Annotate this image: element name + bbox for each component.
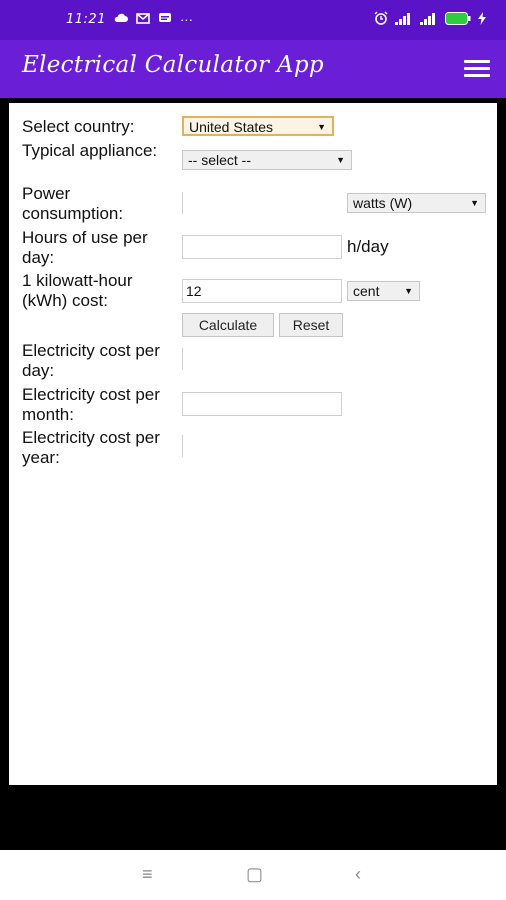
kwh-cost-unit-value: cent xyxy=(353,283,380,299)
back-icon[interactable]: ‹ xyxy=(355,864,361,885)
calculator-form: Select country: United States ▼ Typical … xyxy=(9,103,497,785)
hours-input[interactable] xyxy=(182,235,342,259)
battery-icon xyxy=(445,11,471,30)
dropdown-arrow-icon: ▼ xyxy=(404,286,413,296)
app-title: Electrical Calculator App xyxy=(22,52,324,78)
recent-apps-icon[interactable]: ≡ xyxy=(142,864,153,885)
country-select-value: United States xyxy=(189,119,274,135)
cost-year-label: Electricity cost per year: xyxy=(22,428,160,467)
cost-month-label: Electricity cost per month: xyxy=(22,385,160,424)
status-left: 11:21 ··· xyxy=(66,12,193,27)
status-bar: 11:21 ··· xyxy=(0,0,506,40)
hamburger-menu-button[interactable] xyxy=(464,58,490,80)
alarm-icon xyxy=(374,11,388,30)
status-right xyxy=(374,11,486,30)
hours-label: Hours of use per day: xyxy=(22,228,148,267)
signal-icon-2 xyxy=(420,12,438,30)
reset-button[interactable]: Reset xyxy=(279,313,343,337)
hamburger-line xyxy=(464,74,490,77)
country-select[interactable]: United States ▼ xyxy=(182,116,334,136)
appliance-select[interactable]: -- select -- ▼ xyxy=(182,150,352,170)
dropdown-arrow-icon: ▼ xyxy=(336,155,345,165)
charging-icon xyxy=(478,11,486,30)
message-icon xyxy=(158,12,172,27)
app-bar: Electrical Calculator App xyxy=(0,40,506,98)
appliance-select-value: -- select -- xyxy=(188,152,251,168)
cost-year-output xyxy=(182,435,342,457)
signal-icon-1 xyxy=(395,12,413,30)
more-notifications-icon: ··· xyxy=(179,12,193,27)
power-input[interactable] xyxy=(182,192,342,214)
kwh-cost-label: 1 kilowatt-hour (kWh) cost: xyxy=(22,271,133,310)
cost-day-label: Electricity cost per day: xyxy=(22,341,160,380)
calculate-button[interactable]: Calculate xyxy=(182,313,274,337)
mail-icon xyxy=(136,12,150,27)
appliance-label: Typical appliance: xyxy=(22,141,158,160)
dropdown-arrow-icon: ▼ xyxy=(317,122,326,132)
cost-day-output xyxy=(182,348,342,370)
power-unit-select[interactable]: watts (W) ▼ xyxy=(347,193,486,213)
hamburger-line xyxy=(464,67,490,70)
home-icon[interactable]: ▢ xyxy=(246,864,263,885)
kwh-cost-unit-select[interactable]: cent ▼ xyxy=(347,281,420,301)
status-time: 11:21 xyxy=(66,12,106,27)
country-label: Select country: xyxy=(22,117,135,136)
dropdown-arrow-icon: ▼ xyxy=(470,198,479,208)
hours-suffix: h/day xyxy=(347,237,389,256)
hamburger-line xyxy=(464,60,490,63)
cloud-icon xyxy=(114,12,128,27)
cost-month-output xyxy=(182,392,342,416)
power-label: Power consumption: xyxy=(22,184,124,223)
power-unit-value: watts (W) xyxy=(353,195,413,211)
navigation-bar: ≡ ▢ ‹ xyxy=(0,850,506,900)
kwh-cost-input[interactable]: 12 xyxy=(182,279,342,303)
